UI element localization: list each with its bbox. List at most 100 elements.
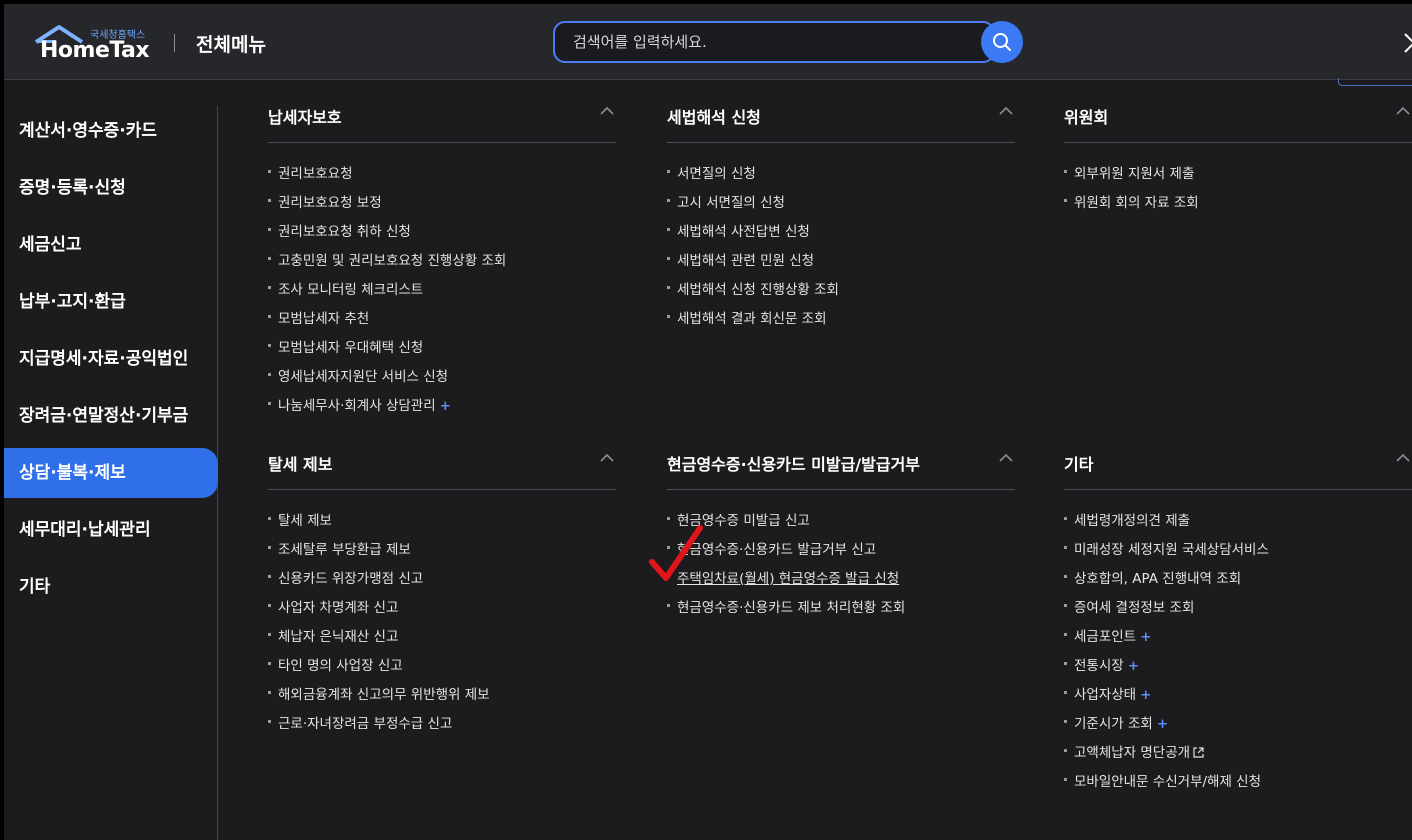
menu-item[interactable]: 기준시가 조회 + — [1064, 712, 1269, 741]
search-button[interactable] — [981, 21, 1023, 63]
menu-item[interactable]: 서면질의 신청 — [667, 162, 839, 191]
menu-item-label: 영세납세자지원단 서비스 신청 — [278, 369, 449, 385]
section-title: 세법해석 신청 — [667, 108, 761, 127]
hometax-logo[interactable]: 국세청홈택스 HomeTax — [32, 24, 154, 64]
menu-item[interactable]: 세법해석 사전답변 신청 — [667, 220, 839, 249]
menu-item[interactable]: 증여세 결정정보 조회 — [1064, 596, 1269, 625]
expand-plus-icon[interactable]: + — [1140, 629, 1151, 645]
close-button[interactable] — [1402, 28, 1412, 56]
sidebar-item-tax-filing[interactable]: 세금신고 — [4, 220, 218, 270]
full-menu-panel: 국세청홈택스 HomeTax 전체메뉴 계산서·영수증·카드 증명·등록·신청 … — [4, 4, 1412, 840]
menu-item[interactable]: 세법해석 관련 민원 신청 — [667, 249, 839, 278]
expand-plus-icon[interactable]: + — [1128, 658, 1139, 674]
header-edge-tab — [1338, 78, 1412, 86]
menu-item[interactable]: 조사 모니터링 체크리스트 — [268, 278, 506, 307]
menu-item[interactable]: 위원회 회의 자료 조회 — [1064, 191, 1199, 220]
section-menu-list: 세법령개정의견 제출 미래성장 세정지원 국세상담서비스 상호합의, APA 진… — [1064, 509, 1269, 799]
menu-item-label: 세법해석 관련 민원 신청 — [677, 253, 815, 269]
menu-item-label: 나눔세무사·회계사 상담관리 — [278, 398, 436, 414]
chevron-up-icon — [600, 453, 614, 462]
expand-plus-icon[interactable]: + — [1157, 716, 1168, 732]
section-header[interactable]: 현금영수증·신용카드 미발급/발급거부 — [667, 451, 1015, 489]
menu-item[interactable]: 세법령개정의견 제출 — [1064, 509, 1269, 538]
menu-item[interactable]: 근로·자녀장려금 부정수급 신고 — [268, 712, 490, 741]
menu-item[interactable]: 권리보호요청 보정 — [268, 191, 506, 220]
menu-item[interactable]: 조세탈루 부당환급 제보 — [268, 538, 490, 567]
page-title: 전체메뉴 — [196, 34, 266, 56]
section-title: 납세자보호 — [268, 108, 342, 127]
menu-item-label: 상호합의, APA 진행내역 조회 — [1074, 571, 1242, 587]
menu-item-label: 고시 서면질의 신청 — [677, 195, 785, 211]
menu-item[interactable]: 미래성장 세정지원 국세상담서비스 — [1064, 538, 1269, 567]
menu-item-label: 세법령개정의견 제출 — [1074, 513, 1191, 529]
sidebar-item-consult-appeal-report[interactable]: 상담·불복·제보 — [4, 448, 218, 498]
menu-item[interactable]: 타인 명의 사업장 신고 — [268, 654, 490, 683]
menu-item[interactable]: 세법해석 결과 회신문 조회 — [667, 307, 839, 336]
sidebar-item-certificate-registration[interactable]: 증명·등록·신청 — [4, 163, 218, 213]
menu-item[interactable]: 신용카드 위장가맹점 신고 — [268, 567, 490, 596]
menu-item[interactable]: 전통시장 + — [1064, 654, 1269, 683]
menu-item-label: 사업자 차명계좌 신고 — [278, 600, 399, 616]
header: 국세청홈택스 HomeTax 전체메뉴 — [4, 4, 1412, 86]
menu-item[interactable]: 모바일안내문 수신거부/해제 신청 — [1064, 770, 1269, 799]
menu-item[interactable]: 모범납세자 우대혜택 신청 — [268, 336, 506, 365]
section-header[interactable]: 위원회 — [1064, 104, 1412, 142]
menu-item-label: 외부위원 지원서 제출 — [1074, 166, 1195, 182]
menu-item[interactable]: 사업자 차명계좌 신고 — [268, 596, 490, 625]
section-title: 탈세 제보 — [268, 455, 333, 474]
menu-item[interactable]: 모범납세자 추천 — [268, 307, 506, 336]
menu-item[interactable]: 체납자 은닉재산 신고 — [268, 625, 490, 654]
menu-item-label: 세법해석 사전답변 신청 — [677, 224, 810, 240]
menu-item[interactable]: 세법해석 신청 진행상황 조회 — [667, 278, 839, 307]
sidebar-item-etc[interactable]: 기타 — [4, 562, 218, 612]
header-divider — [174, 34, 175, 52]
menu-item[interactable]: 세금포인트 + — [1064, 625, 1269, 654]
menu-item-label: 권리보호요청 보정 — [278, 195, 382, 211]
section-divider — [268, 142, 616, 143]
expand-plus-icon[interactable]: + — [440, 398, 451, 414]
menu-item-label: 모바일안내문 수신거부/해제 신청 — [1074, 774, 1262, 790]
section-header[interactable]: 세법해석 신청 — [667, 104, 1015, 142]
logo-wordmark: HomeTax — [40, 38, 150, 63]
menu-item[interactable]: 권리보호요청 — [268, 162, 506, 191]
menu-item[interactable]: 사업자상태 + — [1064, 683, 1269, 712]
sidebar-item-invoice-receipt-card[interactable]: 계산서·영수증·카드 — [4, 106, 218, 156]
chevron-up-icon — [1396, 453, 1410, 462]
menu-item[interactable]: 권리보호요청 취하 신청 — [268, 220, 506, 249]
menu-item[interactable]: 현금영수증·신용카드 제보 처리현황 조회 — [667, 596, 905, 625]
section-header[interactable]: 납세자보호 — [268, 104, 616, 142]
section-divider — [667, 142, 1015, 143]
menu-item-label: 현금영수증·신용카드 제보 처리현황 조회 — [677, 600, 906, 616]
menu-item[interactable]: 고액체납자 명단공개 — [1064, 741, 1269, 770]
menu-item-label: 사업자상태 — [1074, 687, 1137, 703]
expand-plus-icon[interactable]: + — [1140, 687, 1151, 703]
section-header[interactable]: 기타 — [1064, 451, 1412, 489]
menu-item-label: 고액체납자 명단공개 — [1074, 745, 1191, 761]
section-divider — [1064, 489, 1412, 490]
sidebar-item-tax-agent[interactable]: 세무대리·납세관리 — [4, 505, 218, 555]
search-icon — [993, 33, 1011, 51]
section-title: 기타 — [1064, 455, 1094, 474]
sidebar-item-incentive-yearend[interactable]: 장려금·연말정산·기부금 — [4, 391, 218, 441]
search-input[interactable] — [573, 23, 973, 61]
section-menu-list: 외부위원 지원서 제출 위원회 회의 자료 조회 — [1064, 162, 1199, 220]
sidebar-item-payment-notice-refund[interactable]: 납부·고지·환급 — [4, 277, 218, 327]
menu-item-label: 증여세 결정정보 조회 — [1074, 600, 1195, 616]
menu-item-label: 위원회 회의 자료 조회 — [1074, 195, 1199, 211]
sidebar-item-payment-statement[interactable]: 지급명세·자료·공익법인 — [4, 334, 218, 384]
menu-item[interactable]: 외부위원 지원서 제출 — [1064, 162, 1199, 191]
menu-item[interactable]: 고시 서면질의 신청 — [667, 191, 839, 220]
chevron-up-icon — [999, 106, 1013, 115]
section-divider — [268, 489, 616, 490]
menu-item-label: 신용카드 위장가맹점 신고 — [278, 571, 424, 587]
menu-item[interactable]: 상호합의, APA 진행내역 조회 — [1064, 567, 1269, 596]
menu-item[interactable]: 해외금융계좌 신고의무 위반행위 제보 — [268, 683, 490, 712]
menu-item[interactable]: 영세납세자지원단 서비스 신청 — [268, 365, 506, 394]
menu-item-label: 모범납세자 우대혜택 신청 — [278, 340, 424, 356]
section-divider — [1064, 142, 1412, 143]
menu-item[interactable]: 고충민원 및 권리보호요청 진행상황 조회 — [268, 249, 506, 278]
menu-item[interactable]: 탈세 제보 — [268, 509, 490, 538]
menu-item[interactable]: 나눔세무사·회계사 상담관리 + — [268, 394, 506, 423]
menu-item-label: 미래성장 세정지원 국세상담서비스 — [1074, 542, 1269, 558]
section-header[interactable]: 탈세 제보 — [268, 451, 616, 489]
